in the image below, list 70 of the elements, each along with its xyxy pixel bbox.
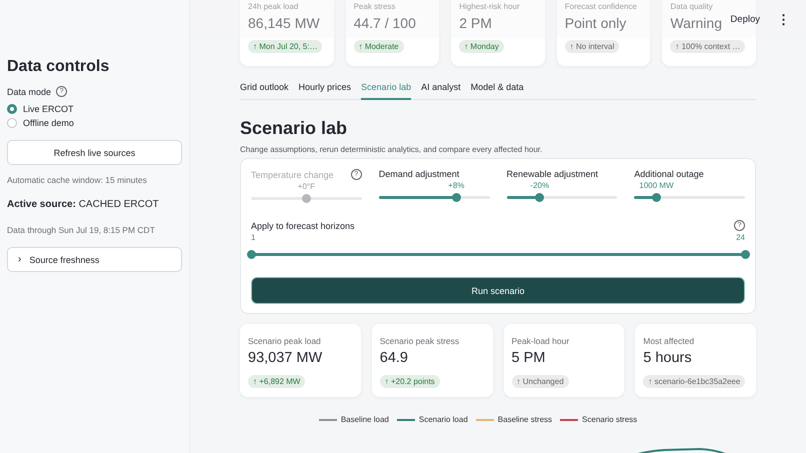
deploy-button[interactable]: Deploy (730, 14, 760, 24)
metric-value: 5 PM (512, 350, 546, 366)
legend-label[interactable]: Scenario load (418, 415, 468, 424)
metric-value: Point only (564, 15, 626, 31)
slider-value: 1000 MW (639, 181, 674, 190)
slider-value: 24 (736, 233, 745, 242)
radio-label[interactable]: Offline demo (23, 118, 74, 128)
delta-badge: ↑ No interval (564, 40, 620, 53)
delta-badge: ↑ 100% context … (670, 40, 746, 53)
slider-value: 1 (251, 233, 256, 242)
delta-badge: ↑ Mon Jul 20, 5:… (248, 40, 322, 53)
metric-label: Scenario peak stress (380, 336, 460, 346)
slider-value: +0°F (298, 182, 315, 191)
radio-button[interactable] (7, 104, 17, 114)
sidebar-heading: Data controls (7, 58, 110, 76)
slider-track[interactable] (506, 196, 618, 199)
delta-badge: ↑ scenario-6e1bc35a2eee (643, 375, 746, 388)
delta-badge: ↑ +20.2 points (380, 375, 440, 388)
tab[interactable]: AI analyst (421, 77, 461, 99)
slider-label: Demand adjustment (378, 169, 460, 179)
tab[interactable]: Model & data (470, 77, 524, 99)
tab[interactable]: Hourly prices (298, 77, 352, 99)
slider-thumb[interactable] (246, 250, 256, 259)
refresh-button[interactable]: Refresh live sources (7, 140, 182, 165)
metric-label: Forecast confidence (564, 2, 638, 11)
delta-badge: ↑ Moderate (354, 40, 404, 53)
metric-label: Peak-load hour (512, 336, 570, 346)
metric-value: 86,145 MW (248, 15, 320, 31)
radio-label[interactable]: Live ERCOT (23, 104, 74, 114)
metric-value: Warning (670, 15, 722, 31)
radio-button[interactable] (7, 118, 17, 128)
slider-label: Additional outage (634, 169, 704, 179)
tab[interactable]: Grid outlook (240, 77, 289, 99)
metric-label: Most affected (643, 336, 696, 346)
field-label: Data mode (7, 86, 52, 96)
metric-label: Highest-risk hour (459, 2, 521, 11)
data-timestamp: Data through Sun Jul 19, 8:15 PM CDT (7, 225, 156, 235)
legend-label[interactable]: Scenario stress (582, 415, 638, 424)
slider-label: Apply to forecast horizons (251, 220, 355, 230)
tab[interactable]: Scenario lab (361, 77, 412, 100)
active-source-text: Active source: CACHED ERCOT (7, 199, 160, 210)
delta-badge: ↑ Unchanged (512, 375, 569, 388)
slider-thumb[interactable] (535, 193, 544, 202)
page-description: Change assumptions, rerun deterministic analytics, and compare every affected hour. (240, 145, 544, 154)
legend-label[interactable]: Baseline load (340, 415, 389, 424)
metric-value: 5 hours (643, 350, 692, 366)
slider-thumb[interactable] (652, 193, 661, 202)
slider-label: Temperature change (251, 170, 334, 180)
legend-label[interactable]: Baseline stress (498, 415, 552, 424)
delta-badge: ↑ Monday (459, 40, 504, 53)
run-scenario-button[interactable]: Run scenario (251, 277, 745, 304)
delta-badge: ↑ +6,892 MW (248, 375, 306, 388)
source-freshness-expander[interactable]: › Source freshness (7, 247, 182, 272)
page-title: Scenario lab (240, 118, 348, 139)
menu-icon[interactable]: ⋮ (777, 12, 790, 26)
metric-value: 2 PM (459, 15, 492, 31)
metric-value: 44.7 / 100 (354, 15, 416, 31)
metric-value: 64.9 (380, 350, 408, 366)
slider-value: +8% (448, 181, 464, 190)
slider-thumb[interactable] (452, 193, 461, 202)
cache-note: Automatic cache window: 15 minutes (7, 175, 148, 185)
slider-thumb[interactable] (740, 250, 750, 259)
slider-value: -20% (530, 181, 550, 190)
metric-label: 24h peak load (248, 2, 300, 11)
metric-value: 93,037 MW (248, 350, 322, 366)
slider-track[interactable] (378, 196, 490, 199)
slider-label: Renewable adjustment (506, 169, 598, 179)
metric-label: Peak stress (354, 2, 396, 11)
metric-label: Scenario peak load (248, 336, 322, 346)
metric-label: Data quality (670, 2, 714, 11)
